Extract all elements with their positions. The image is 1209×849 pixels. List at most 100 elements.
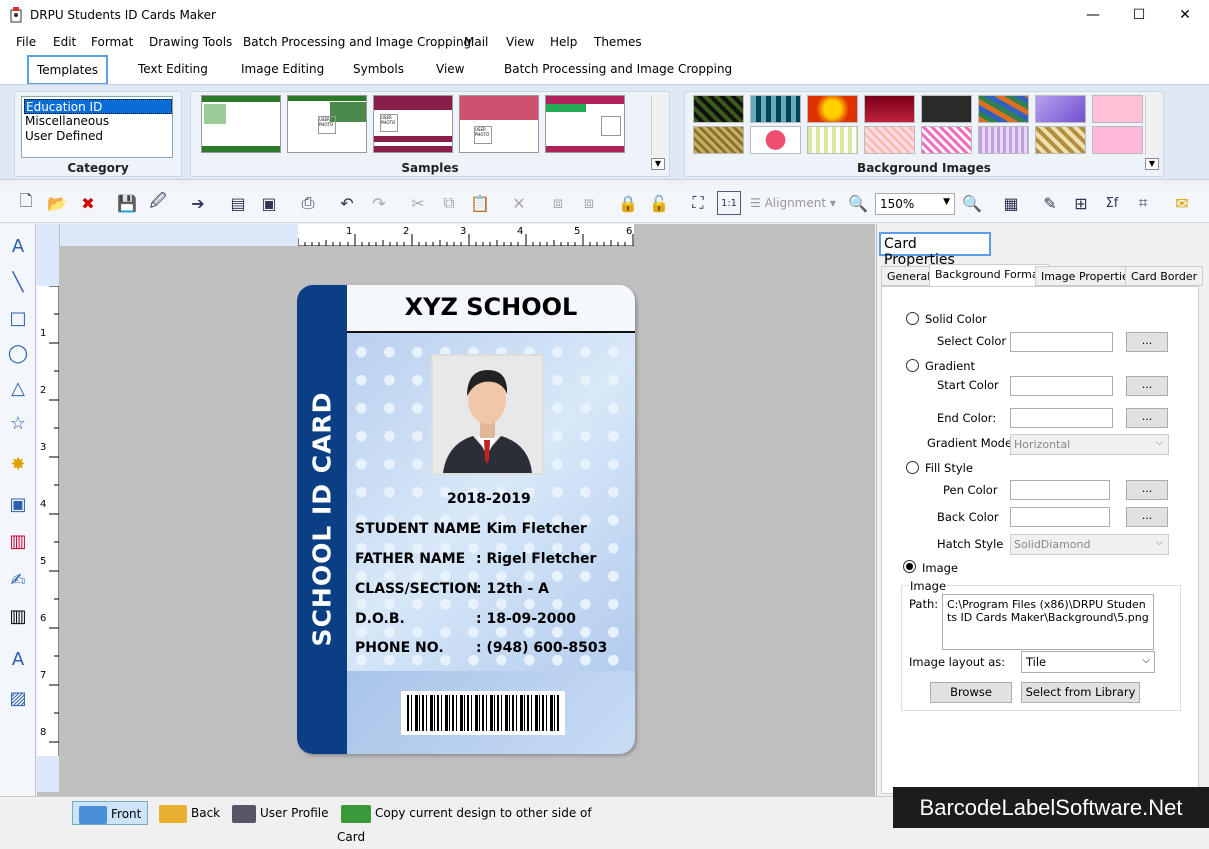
- background-thumb[interactable]: [864, 126, 915, 154]
- id-card[interactable]: SCHOOL ID CARD XYZ SCHOOL 2018-2019 STUD…: [297, 285, 635, 754]
- category-list[interactable]: Education ID Miscellaneous User Defined: [21, 96, 173, 158]
- sample-template[interactable]: USER PHOTO: [459, 95, 539, 153]
- design-canvas[interactable]: 1 2 3 4 5 6 1 2 3 4 5 6 7 8 SCHOOL ID CA…: [37, 224, 875, 796]
- library-tool-icon[interactable]: ▥: [6, 529, 30, 553]
- tab-batch-processing[interactable]: Batch Processing and Image Cropping: [504, 62, 732, 76]
- field-label[interactable]: CLASS/SECTION: [355, 581, 478, 597]
- field-label[interactable]: PHONE NO.: [355, 640, 444, 656]
- field-label[interactable]: FATHER NAME: [355, 551, 465, 567]
- academic-year[interactable]: 2018-2019: [447, 491, 531, 507]
- save-as-icon[interactable]: 🖉: [146, 191, 170, 215]
- background-thumb[interactable]: [864, 95, 915, 123]
- menu-help[interactable]: Help: [550, 35, 577, 49]
- pen-color-button[interactable]: ...: [1126, 480, 1168, 500]
- undo-icon[interactable]: ↶: [335, 191, 359, 215]
- start-color-button[interactable]: ...: [1126, 376, 1168, 396]
- picture-tool-icon[interactable]: ▣: [6, 492, 30, 516]
- background-thumb[interactable]: [1035, 126, 1086, 154]
- cut-icon[interactable]: ✂: [406, 191, 430, 215]
- open-folder-icon[interactable]: 📂: [45, 191, 69, 215]
- copy-icon[interactable]: ⧉: [437, 191, 461, 215]
- select-color-field[interactable]: [1010, 332, 1113, 352]
- menu-drawing-tools[interactable]: Drawing Tools: [149, 35, 232, 49]
- zoom-in-icon[interactable]: 🔍: [846, 191, 870, 215]
- start-color-field[interactable]: [1010, 376, 1113, 396]
- save-icon[interactable]: 💾: [115, 191, 139, 215]
- close-file-icon[interactable]: ✖: [76, 191, 100, 215]
- image-path-field[interactable]: C:\Program Files (x86)\DRPU Students ID …: [942, 594, 1154, 650]
- school-name[interactable]: XYZ SCHOOL: [347, 293, 635, 321]
- back-color-button[interactable]: ...: [1126, 507, 1168, 527]
- menu-mail[interactable]: Mail: [464, 35, 488, 49]
- export-icon[interactable]: ➔: [186, 191, 210, 215]
- line-tool-icon[interactable]: ╲: [6, 270, 30, 294]
- tab-templates[interactable]: Templates: [27, 55, 109, 85]
- fit-to-window-icon[interactable]: ⛶: [686, 191, 710, 215]
- front-button[interactable]: Front: [72, 801, 148, 825]
- star-tool-icon[interactable]: ☆: [6, 411, 30, 435]
- signature-tool-icon[interactable]: ✍: [6, 568, 30, 592]
- background-thumb[interactable]: [978, 126, 1029, 154]
- actual-size-icon[interactable]: 1:1: [717, 191, 741, 215]
- background-thumb[interactable]: [750, 126, 801, 154]
- select-color-button[interactable]: ...: [1126, 332, 1168, 352]
- menu-themes[interactable]: Themes: [594, 35, 642, 49]
- sample-template[interactable]: [201, 95, 281, 153]
- ellipse-tool-icon[interactable]: ◯: [6, 341, 30, 365]
- zoom-select[interactable]: 150% ▼: [875, 193, 955, 215]
- zoom-out-icon[interactable]: 🔍: [960, 191, 984, 215]
- barcode-tool-icon[interactable]: ▥: [6, 604, 30, 628]
- edit-data-icon[interactable]: ✎: [1038, 191, 1062, 215]
- paste-icon[interactable]: 📋: [468, 191, 492, 215]
- sample-template[interactable]: [545, 95, 625, 153]
- background-thumb[interactable]: [978, 95, 1029, 123]
- back-button[interactable]: Back: [155, 801, 221, 825]
- crop-icon[interactable]: ⌗: [1131, 191, 1155, 215]
- mail-icon[interactable]: ✉: [1170, 191, 1194, 215]
- bring-front-icon[interactable]: ⧈: [546, 191, 570, 215]
- menu-edit[interactable]: Edit: [53, 35, 76, 49]
- field-label[interactable]: STUDENT NAME: [355, 521, 479, 537]
- tab-symbols[interactable]: Symbols: [353, 62, 404, 76]
- menu-file[interactable]: File: [16, 35, 36, 49]
- field-value[interactable]: : 12th - A: [476, 581, 549, 597]
- menu-format[interactable]: Format: [91, 35, 133, 49]
- category-item[interactable]: Education ID: [24, 99, 172, 114]
- properties-icon[interactable]: ▤: [226, 191, 250, 215]
- unlock-icon[interactable]: 🔓: [647, 191, 671, 215]
- gradient-mode-select[interactable]: Horizontal ⌵: [1010, 434, 1169, 455]
- lock-icon[interactable]: 🔒: [616, 191, 640, 215]
- pen-color-field[interactable]: [1010, 480, 1110, 500]
- tab-view[interactable]: View: [436, 62, 464, 76]
- end-color-field[interactable]: [1010, 408, 1113, 428]
- tab-image-editing[interactable]: Image Editing: [241, 62, 324, 76]
- background-thumb[interactable]: [693, 126, 744, 154]
- triangle-tool-icon[interactable]: △: [6, 376, 30, 400]
- background-thumb[interactable]: [807, 95, 858, 123]
- grid-icon[interactable]: ▦: [999, 191, 1023, 215]
- end-color-button[interactable]: ...: [1126, 408, 1168, 428]
- field-value[interactable]: : (948) 600-8503: [476, 640, 607, 656]
- gradient-radio[interactable]: [906, 359, 919, 372]
- rectangle-tool-icon[interactable]: □: [6, 306, 30, 330]
- background-thumb[interactable]: [750, 95, 801, 123]
- background-thumb[interactable]: [921, 95, 972, 123]
- fill-style-radio[interactable]: [906, 461, 919, 474]
- background-thumb[interactable]: [1092, 95, 1143, 123]
- solid-color-radio[interactable]: [906, 312, 919, 325]
- new-file-icon[interactable]: 🗋: [14, 191, 38, 215]
- maximize-button[interactable]: ☐: [1116, 0, 1162, 31]
- user-profile-button[interactable]: User Profile: [226, 801, 331, 825]
- minimize-button[interactable]: —: [1070, 0, 1116, 31]
- background-thumb[interactable]: [1035, 95, 1086, 123]
- field-value[interactable]: : Kim Fletcher: [476, 521, 587, 537]
- formula-icon[interactable]: Σf: [1100, 191, 1124, 215]
- sample-template[interactable]: USER PHOTO: [373, 95, 453, 153]
- sample-template[interactable]: USER PHOTO: [287, 95, 367, 153]
- close-button[interactable]: ✕: [1162, 0, 1208, 31]
- image-tool-icon[interactable]: ▨: [6, 686, 30, 710]
- hatch-style-select[interactable]: SolidDiamond ⌵: [1010, 534, 1169, 555]
- select-from-library-button[interactable]: Select from Library: [1021, 682, 1140, 703]
- browse-button[interactable]: Browse: [930, 682, 1012, 703]
- symbol-tool-icon[interactable]: ✸: [6, 452, 30, 476]
